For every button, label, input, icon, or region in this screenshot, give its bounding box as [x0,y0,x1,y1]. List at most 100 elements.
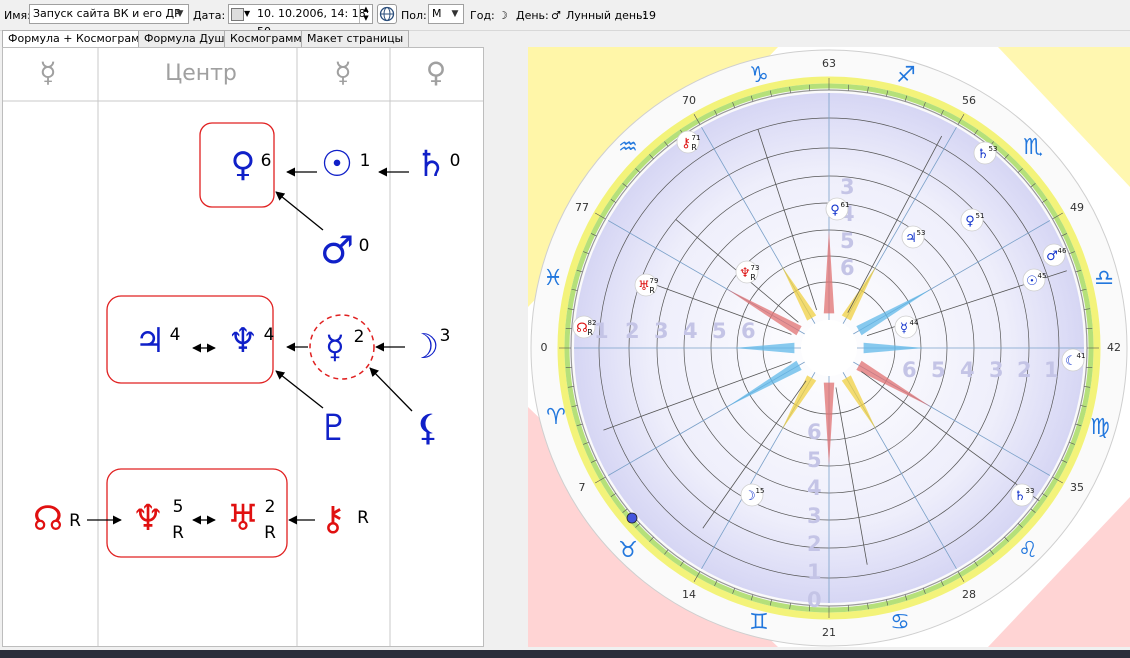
header-center: Центр [165,61,237,86]
zodiac-aquarius-icon: ♒ [618,135,638,160]
planet-retro-mark: R [750,273,756,282]
degree-label: 63 [822,57,836,70]
degree-label: 0 [541,341,548,354]
jupiter-glyph[interactable]: ♃ [135,321,165,361]
planet-glyph: ♀ [830,203,840,218]
chiron-glyph[interactable]: ⚷ [321,499,346,539]
planet-degree: 71 [692,134,701,142]
node-mark: R [69,511,81,531]
zodiac-pisces-icon: ♓ [543,266,563,291]
zodiac-libra-icon: ♎ [1094,266,1114,291]
planet-retro-mark: R [587,328,593,337]
ring-num-right: 6 [902,358,917,382]
header-mercury: ☿ [334,56,351,89]
arrow-mars-venus [275,191,324,231]
degree-label: 14 [682,588,696,601]
lunar-day-value: 19 [642,9,656,22]
planet-degree: 15 [756,487,765,495]
chevron-down-icon[interactable]: ▼ [447,5,463,23]
jupiter-num: 4 [170,325,181,345]
sex-combo[interactable]: М ▼ [428,4,464,24]
mars-glyph[interactable]: ♂ [320,228,354,272]
ring-num-bottom: 1 [807,560,822,584]
planet-glyph: ☾ [1065,354,1077,369]
mercury-num: 2 [354,327,365,347]
degree-label: 56 [962,94,976,107]
ring-num-left: 6 [741,319,756,343]
year-symbol: ☽ [498,9,508,22]
ring-num-right: 5 [931,358,946,382]
formula-diagram: ☿ Центр ☿ ♀ ♀ 6 ☉ 1 ♄ 0 ♂ 0 ♃ 4 ♆ 4 ☿ 2 … [3,48,483,646]
proserpina-glyph[interactable]: ♇ [318,408,350,449]
mars-num: 0 [359,236,370,256]
neptune-glyph[interactable]: ♆ [132,498,164,539]
planet-glyph: ♀ [965,214,975,229]
degree-label: 49 [1070,201,1084,214]
globe-icon [379,6,395,22]
zodiac-capricorn-icon: ♑ [749,63,769,88]
cosmogram-wheel[interactable]: 1 2 3 4 5 6 6 5 4 3 2 1 6 5 4 3 6 5 4 3 … [528,47,1130,647]
zodiac-cancer-icon: ♋ [890,610,910,635]
planet-glyph: ☿ [900,321,908,336]
degree-label: 35 [1070,481,1084,494]
arrow-lilith-mercury [369,367,413,412]
zodiac-taurus-icon: ♉ [618,538,638,563]
ring-num-right: 1 [1044,358,1059,382]
sun-glyph[interactable]: ☉ [321,144,353,185]
tab-soul-formula[interactable]: Формула Души [138,30,238,47]
position-marker[interactable] [626,512,638,524]
tab-formula-cosmogram[interactable]: Формула + Космограмма [2,30,161,48]
date-spinner[interactable]: ▲ ▼ [359,5,372,23]
ring-num-left: 5 [712,319,727,343]
arrow-proserpina-box [275,370,324,409]
planet-degree: 51 [976,212,985,220]
planet-glyph: ♅ [638,279,650,294]
saturn-glyph[interactable]: ♄ [415,144,447,185]
chevron-down-icon[interactable]: ▼ [172,5,188,23]
planet-glyph: ♃ [905,231,917,246]
ring-num-left: 2 [625,319,640,343]
center-hole [801,320,857,376]
date-label: Дата: [193,9,226,22]
cosmogram-panel: 1 2 3 4 5 6 6 5 4 3 2 1 6 5 4 3 6 5 4 3 … [528,47,1130,647]
moon-num: 3 [440,326,451,346]
globe-button[interactable] [377,4,397,24]
ring-num-bottom: 4 [807,476,822,500]
planet-glyph: ⚷ [681,136,691,151]
uranus-mark: R [264,523,276,543]
date-field[interactable]: ▼ 10. 10.2006, 14: 18: 50 ▲▼ [228,4,373,38]
planet-degree: 46 [1058,247,1067,255]
venus-glyph[interactable]: ♀ [231,145,256,185]
planet-glyph: ♂ [1046,249,1058,264]
pluto-glyph[interactable]: ♆ [228,321,258,361]
year-label: Год: [470,9,495,22]
moon-glyph[interactable]: ☽ [409,327,439,367]
lunar-day-label: Лунный день: [566,9,647,22]
ring-num-left: 4 [683,319,698,343]
uranus-glyph[interactable]: ♅ [227,498,259,539]
ring-num-top: 6 [840,256,855,280]
degree-label: 77 [575,201,589,214]
tab-page-layout[interactable]: Макет страницы [301,30,410,47]
calendar-icon[interactable] [231,8,244,21]
node-glyph[interactable]: ☊ [33,499,63,539]
name-combo[interactable]: Запуск сайта ВК и его ДР ▼ [29,4,189,24]
mercury-glyph[interactable]: ☿ [325,328,345,366]
degree-label: 28 [962,588,976,601]
planet-retro-mark: R [691,143,697,152]
chiron-mark: R [357,508,369,528]
zodiac-leo-icon: ♌ [1018,538,1038,563]
lilith-glyph[interactable]: ⚸ [415,408,441,449]
zodiac-gemini-icon: ♊ [749,610,769,635]
uranus-num: 2 [265,497,276,517]
header-venus: ♀ [426,56,447,89]
degree-label: 21 [822,626,836,639]
degree-label: 70 [682,94,696,107]
zodiac-aries-icon: ♈ [546,405,566,430]
chevron-down-icon[interactable]: ▼ [244,5,250,23]
planet-degree: 61 [841,201,850,209]
planet-glyph: ♄ [977,147,989,162]
ring-num-top: 3 [840,175,855,199]
planet-degree: 53 [917,229,926,237]
ring-num-bottom: 0 [807,588,822,612]
